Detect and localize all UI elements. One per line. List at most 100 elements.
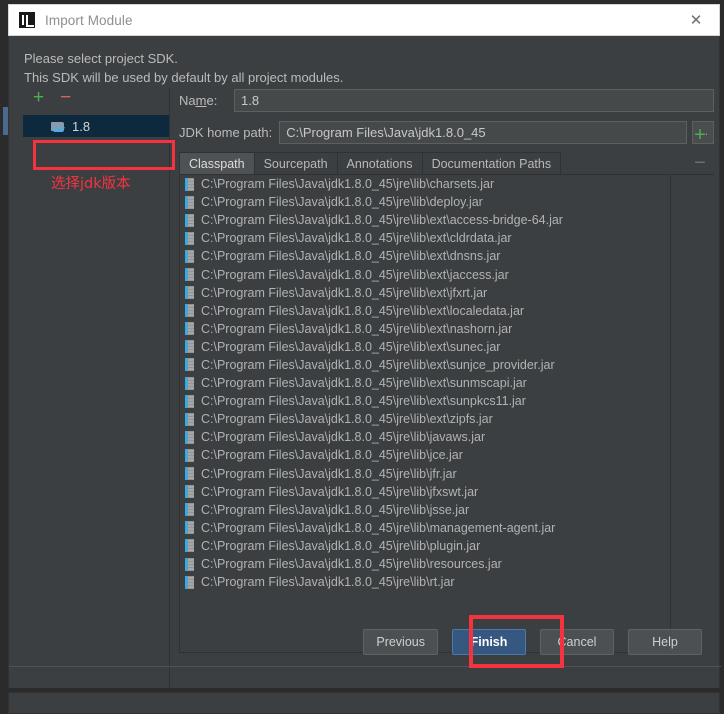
classpath-item-label: C:\Program Files\Java\jdk1.8.0_45\jre\li…	[201, 575, 455, 590]
tab-annotations[interactable]: Annotations	[336, 152, 423, 174]
cancel-button[interactable]: Cancel	[540, 629, 614, 655]
classpath-item[interactable]: C:\Program Files\Java\jdk1.8.0_45\jre\li…	[180, 193, 670, 211]
intellij-idea-icon	[19, 12, 35, 28]
classpath-item-label: C:\Program Files\Java\jdk1.8.0_45\jre\li…	[201, 303, 525, 318]
classpath-item-label: C:\Program Files\Java\jdk1.8.0_45\jre\li…	[201, 357, 555, 372]
classpath-item-label: C:\Program Files\Java\jdk1.8.0_45\jre\li…	[201, 267, 509, 282]
classpath-item-label: C:\Program Files\Java\jdk1.8.0_45\jre\li…	[201, 249, 501, 264]
jar-file-icon	[185, 430, 194, 444]
classpath-item[interactable]: C:\Program Files\Java\jdk1.8.0_45\jre\li…	[180, 211, 670, 229]
tab-documentation-paths[interactable]: Documentation Paths	[421, 152, 562, 174]
finish-button[interactable]: Finish	[452, 629, 526, 655]
classpath-item[interactable]: C:\Program Files\Java\jdk1.8.0_45\jre\li…	[180, 428, 670, 446]
dialog-button-bar: Previous Finish Cancel Help	[9, 622, 721, 662]
classpath-item[interactable]: C:\Program Files\Java\jdk1.8.0_45\jre\li…	[180, 284, 670, 302]
classpath-item-label: C:\Program Files\Java\jdk1.8.0_45\jre\li…	[201, 502, 470, 517]
classpath-item[interactable]: C:\Program Files\Java\jdk1.8.0_45\jre\li…	[180, 555, 670, 573]
sdk-toolbar: + −	[23, 88, 169, 108]
classpath-list-container: C:\Program Files\Java\jdk1.8.0_45\jre\li…	[179, 175, 671, 653]
classpath-item[interactable]: C:\Program Files\Java\jdk1.8.0_45\jre\li…	[180, 320, 670, 338]
classpath-item-label: C:\Program Files\Java\jdk1.8.0_45\jre\li…	[201, 195, 483, 210]
classpath-item-label: C:\Program Files\Java\jdk1.8.0_45\jre\li…	[201, 538, 481, 553]
classpath-item-label: C:\Program Files\Java\jdk1.8.0_45\jre\li…	[201, 430, 486, 445]
sdk-list-item[interactable]: 1.8	[23, 115, 169, 137]
jar-file-icon	[185, 376, 194, 390]
title-bar: Import Module ✕	[8, 4, 720, 36]
jar-file-icon	[185, 249, 194, 263]
classpath-item-label: C:\Program Files\Java\jdk1.8.0_45\jre\li…	[201, 231, 512, 246]
prompt-line-2: This SDK will be used by default by all …	[24, 70, 344, 85]
jar-file-icon	[185, 485, 194, 499]
tab-sourcepath[interactable]: Sourcepath	[253, 152, 338, 174]
close-icon[interactable]: ✕	[673, 5, 719, 35]
name-label: Name:	[179, 92, 218, 108]
jar-file-icon	[185, 268, 194, 282]
jar-file-icon	[185, 575, 194, 589]
dialog-body: Please select project SDK. This SDK will…	[8, 36, 721, 688]
jar-file-icon	[185, 539, 194, 553]
classpath-item-label: C:\Program Files\Java\jdk1.8.0_45\jre\li…	[201, 557, 502, 572]
jar-file-icon	[185, 557, 194, 571]
jar-file-icon	[185, 521, 194, 535]
jar-file-icon	[185, 358, 194, 372]
classpath-item[interactable]: C:\Program Files\Java\jdk1.8.0_45\jre\li…	[180, 229, 670, 247]
jar-file-icon	[185, 412, 194, 426]
help-button[interactable]: Help	[628, 629, 702, 655]
classpath-item[interactable]: C:\Program Files\Java\jdk1.8.0_45\jre\li…	[180, 519, 670, 537]
name-row: Name: 1.8	[169, 88, 714, 112]
jdk-home-input[interactable]: C:\Program Files\Java\jdk1.8.0_45	[279, 120, 687, 144]
jar-file-icon	[185, 467, 194, 481]
previous-button[interactable]: Previous	[363, 629, 438, 655]
classpath-item[interactable]: C:\Program Files\Java\jdk1.8.0_45\jre\li…	[180, 573, 670, 591]
classpath-item-label: C:\Program Files\Java\jdk1.8.0_45\jre\li…	[201, 484, 479, 499]
classpath-item-label: C:\Program Files\Java\jdk1.8.0_45\jre\li…	[201, 412, 493, 427]
classpath-item[interactable]: C:\Program Files\Java\jdk1.8.0_45\jre\li…	[180, 302, 670, 320]
add-sdk-icon[interactable]: +	[33, 88, 44, 107]
jar-file-icon	[185, 286, 194, 300]
jar-file-icon	[185, 177, 194, 191]
jar-file-icon	[185, 394, 194, 408]
sdk-detail-panel: Name: 1.8 JDK home path: C:\Program File…	[169, 88, 714, 653]
jar-file-icon	[185, 503, 194, 517]
jar-file-icon	[185, 304, 194, 318]
classpath-item-label: C:\Program Files\Java\jdk1.8.0_45\jre\li…	[201, 339, 501, 354]
add-classpath-icon[interactable]: +	[694, 125, 706, 145]
classpath-item-label: C:\Program Files\Java\jdk1.8.0_45\jre\li…	[201, 520, 556, 535]
button-bar-separator	[9, 666, 721, 667]
classpath-item[interactable]: C:\Program Files\Java\jdk1.8.0_45\jre\li…	[180, 537, 670, 555]
detail-tabs: Classpath Sourcepath Annotations Documentat…	[179, 152, 714, 175]
jar-file-icon	[185, 448, 194, 462]
jar-file-icon	[185, 195, 194, 209]
tab-classpath[interactable]: Classpath	[179, 152, 255, 174]
prompt-line-1: Please select project SDK.	[24, 51, 178, 66]
classpath-item[interactable]: C:\Program Files\Java\jdk1.8.0_45\jre\li…	[180, 374, 670, 392]
remove-sdk-icon[interactable]: −	[60, 88, 71, 107]
classpath-item[interactable]: C:\Program Files\Java\jdk1.8.0_45\jre\li…	[180, 446, 670, 464]
classpath-item[interactable]: C:\Program Files\Java\jdk1.8.0_45\jre\li…	[180, 356, 670, 374]
classpath-item[interactable]: C:\Program Files\Java\jdk1.8.0_45\jre\li…	[180, 247, 670, 265]
classpath-item-label: C:\Program Files\Java\jdk1.8.0_45\jre\li…	[201, 213, 563, 228]
remove-classpath-icon[interactable]: −	[694, 153, 706, 173]
classpath-item-label: C:\Program Files\Java\jdk1.8.0_45\jre\li…	[201, 466, 457, 481]
classpath-item[interactable]: C:\Program Files\Java\jdk1.8.0_45\jre\li…	[180, 410, 670, 428]
classpath-item-label: C:\Program Files\Java\jdk1.8.0_45\jre\li…	[201, 376, 527, 391]
prompt-text: Please select project SDK. This SDK will…	[24, 49, 343, 87]
classpath-item[interactable]: C:\Program Files\Java\jdk1.8.0_45\jre\li…	[180, 465, 670, 483]
classpath-item-label: C:\Program Files\Java\jdk1.8.0_45\jre\li…	[201, 448, 463, 463]
name-input[interactable]: 1.8	[234, 88, 714, 112]
classpath-item-label: C:\Program Files\Java\jdk1.8.0_45\jre\li…	[201, 321, 513, 336]
classpath-toolbar: + −	[685, 122, 715, 173]
jar-file-icon	[185, 340, 194, 354]
classpath-item[interactable]: C:\Program Files\Java\jdk1.8.0_45\jre\li…	[180, 392, 670, 410]
jar-file-icon	[185, 322, 194, 336]
classpath-item[interactable]: C:\Program Files\Java\jdk1.8.0_45\jre\li…	[180, 175, 670, 193]
classpath-item[interactable]: C:\Program Files\Java\jdk1.8.0_45\jre\li…	[180, 265, 670, 283]
import-module-dialog-window: Import Module ✕ Please select project SD…	[0, 0, 724, 714]
classpath-item[interactable]: C:\Program Files\Java\jdk1.8.0_45\jre\li…	[180, 501, 670, 519]
classpath-item[interactable]: C:\Program Files\Java\jdk1.8.0_45\jre\li…	[180, 483, 670, 501]
annotation-label-sdk-selection: 选择jdk版本	[51, 176, 131, 192]
classpath-item[interactable]: C:\Program Files\Java\jdk1.8.0_45\jre\li…	[180, 338, 670, 356]
classpath-list: C:\Program Files\Java\jdk1.8.0_45\jre\li…	[180, 175, 670, 591]
classpath-item-label: C:\Program Files\Java\jdk1.8.0_45\jre\li…	[201, 394, 526, 409]
jar-file-icon	[185, 213, 194, 227]
